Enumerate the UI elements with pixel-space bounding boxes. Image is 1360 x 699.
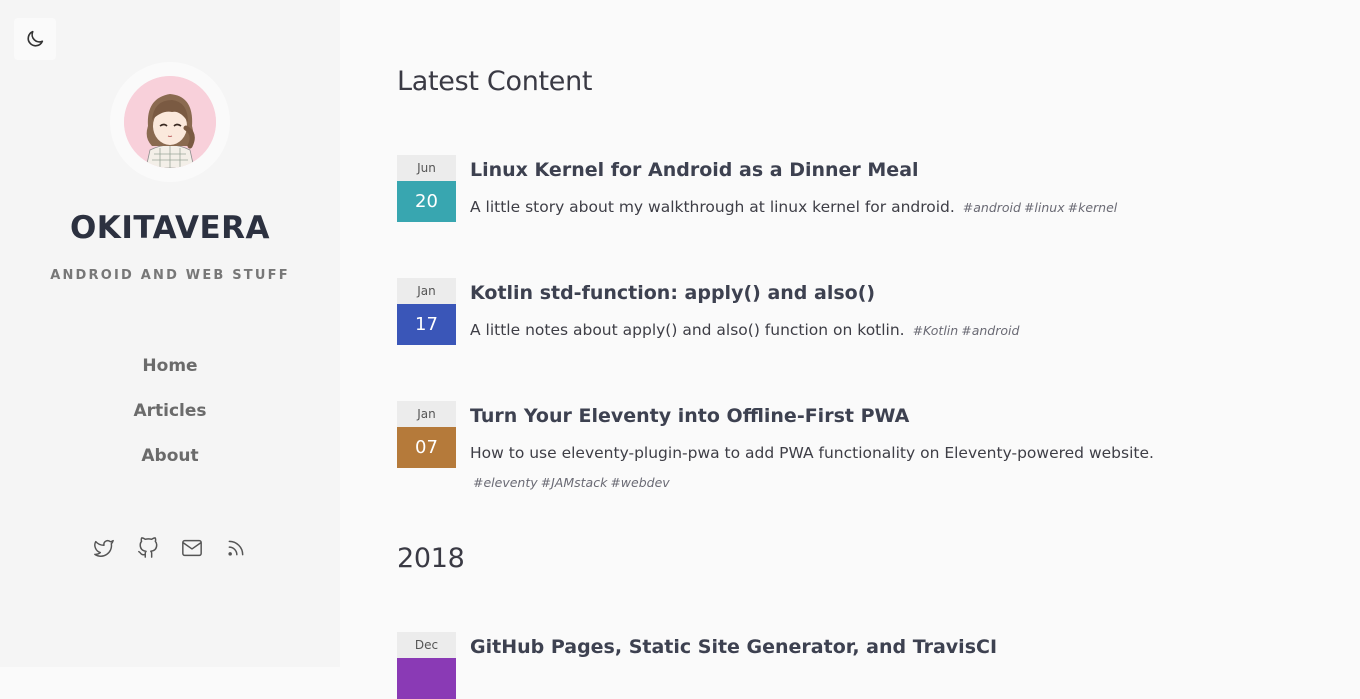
post-day: 20 (397, 181, 456, 222)
post-day: 07 (397, 427, 456, 468)
twitter-icon[interactable] (92, 536, 116, 560)
post-day: 17 (397, 304, 456, 345)
sidebar: OKITAVERA ANDROID AND WEB STUFF Home Art… (0, 0, 340, 667)
post-summary: A little notes about apply() and also() … (470, 321, 905, 339)
tag-link[interactable]: #linux (1024, 200, 1065, 215)
post-description: A little notes about apply() and also() … (470, 316, 1280, 345)
moon-icon (27, 30, 44, 47)
rss-icon[interactable] (224, 536, 248, 560)
github-icon[interactable] (136, 536, 160, 560)
post-summary: A little story about my walkthrough at l… (470, 198, 955, 216)
post-tags: #Kotlin #android (910, 323, 1020, 338)
site-title[interactable]: OKITAVERA (0, 210, 340, 246)
theme-toggle-button[interactable] (14, 18, 56, 60)
post-date-badge: Jan 07 (397, 401, 456, 468)
site-subtitle: ANDROID AND WEB STUFF (50, 268, 290, 283)
tag-link[interactable]: #Kotlin (913, 323, 959, 338)
main-nav: Home Articles About (0, 352, 340, 487)
mail-icon[interactable] (180, 536, 204, 560)
post-description: A little story about my walkthrough at l… (470, 193, 1280, 222)
post-description: How to use eleventy-plugin-pwa to add PW… (470, 439, 1280, 497)
tag-link[interactable]: #JAMstack (541, 475, 608, 490)
post-title-link[interactable]: Linux Kernel for Android as a Dinner Mea… (470, 159, 919, 181)
post-date-badge: Jan 17 (397, 278, 456, 345)
latest-content-heading: Latest Content (397, 66, 593, 97)
post-title-link[interactable]: GitHub Pages, Static Site Generator, and… (470, 636, 997, 658)
post-month: Jan (397, 401, 456, 427)
tag-link[interactable]: #android (963, 200, 1021, 215)
tag-link[interactable]: #kernel (1068, 200, 1118, 215)
post-month: Jan (397, 278, 456, 304)
tag-link[interactable]: #webdev (610, 475, 669, 490)
tag-link[interactable]: #eleventy (473, 475, 538, 490)
post-month: Dec (397, 632, 456, 658)
avatar (124, 76, 216, 168)
post-month: Jun (397, 155, 456, 181)
post-tags: #android #linux #kernel (960, 200, 1118, 215)
post-date-badge: Dec (397, 632, 456, 699)
post-title-link[interactable]: Turn Your Eleventy into Offline-First PW… (470, 405, 909, 427)
post-date-badge: Jun 20 (397, 155, 456, 222)
tag-link[interactable]: #android (961, 323, 1019, 338)
post-day (397, 658, 456, 699)
nav-item-home[interactable]: Home (0, 352, 340, 397)
nav-item-articles[interactable]: Articles (0, 397, 340, 442)
post-tags: #eleventy #JAMstack #webdev (470, 475, 670, 490)
nav-item-about[interactable]: About (0, 442, 340, 487)
avatar-frame (110, 62, 230, 182)
social-links (92, 536, 248, 560)
post-summary: How to use eleventy-plugin-pwa to add PW… (470, 444, 1154, 462)
year-heading: 2018 (397, 543, 465, 574)
post-title-link[interactable]: Kotlin std-function: apply() and also() (470, 282, 875, 304)
